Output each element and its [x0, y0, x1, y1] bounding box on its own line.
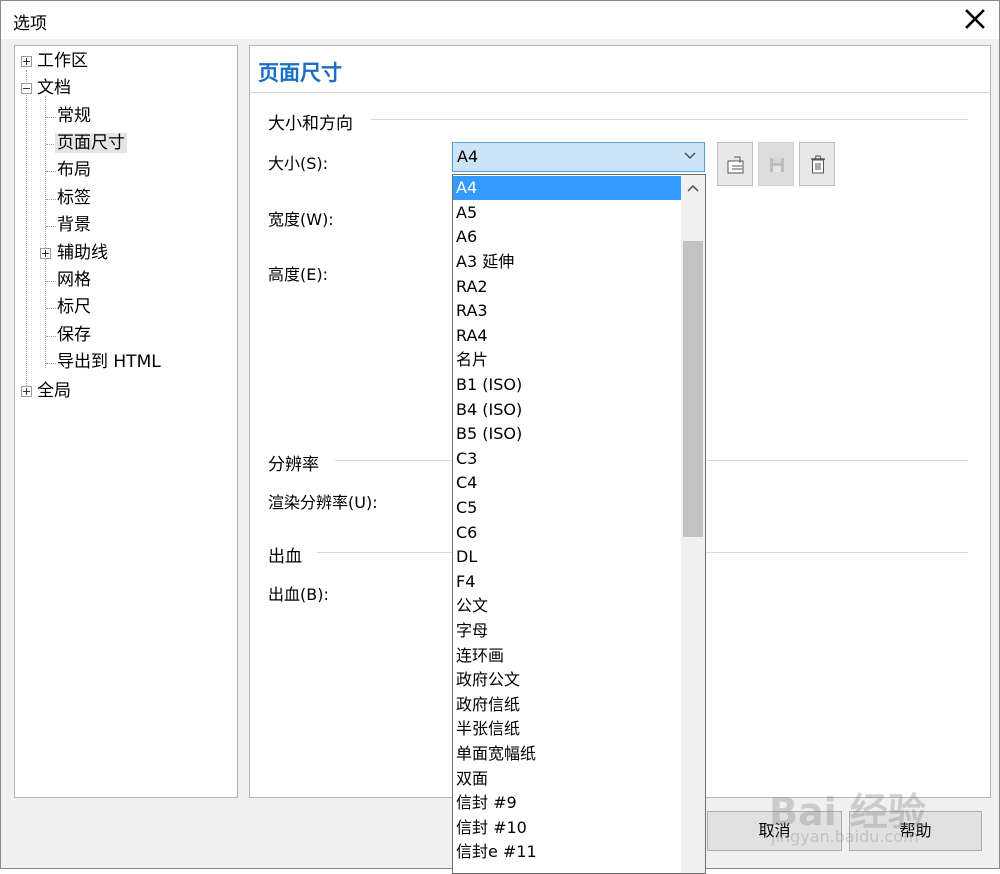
tree-connector	[26, 70, 27, 396]
tree-item-label: 背景	[57, 215, 91, 235]
dropdown-option[interactable]: 半张信纸	[453, 717, 684, 741]
dropdown-option[interactable]: 信封 #9	[453, 791, 684, 815]
chevron-down-icon	[684, 152, 696, 159]
bleed-label: 出血(B):	[268, 585, 329, 604]
expand-icon[interactable]	[21, 386, 32, 397]
dropdown-option[interactable]: DL	[453, 545, 684, 569]
dropdown-option[interactable]: A5	[453, 201, 684, 225]
height-label: 高度(E):	[268, 265, 328, 284]
dropdown-option[interactable]: A3 延伸	[453, 250, 684, 274]
tree-item-label: 标签	[57, 188, 91, 208]
tree-item-label: 标尺	[57, 297, 91, 317]
tree-item-workspace[interactable]: 工作区	[37, 49, 88, 73]
dropdown-option[interactable]: 字母	[453, 619, 684, 643]
dropdown-scrollbar[interactable]	[681, 175, 705, 873]
help-button[interactable]: 帮助	[849, 811, 982, 851]
tree-item-label: 辅助线	[57, 243, 108, 263]
tree-connector	[45, 96, 46, 368]
tree-item-guidelines[interactable]: 辅助线	[57, 241, 108, 265]
dropdown-option[interactable]: A6	[453, 225, 684, 249]
panel-header: 页面尺寸	[250, 46, 990, 93]
dropdown-option[interactable]: C4	[453, 471, 684, 495]
section-title-bleed: 出血	[268, 547, 302, 567]
render-resolution-label: 渲染分辨率(U):	[268, 493, 378, 512]
tree-item-global[interactable]: 全局	[37, 379, 71, 403]
tree-item-document[interactable]: 文档	[37, 76, 71, 100]
tree-item-label: 页面尺寸	[55, 133, 127, 153]
dropdown-option[interactable]: 双面	[453, 767, 684, 791]
section-title-size-orientation: 大小和方向	[268, 114, 353, 134]
options-tree: 工作区 文档 常规 页面尺寸 布局 标签 背景 辅助线 网格 标尺 保存 导出到…	[14, 45, 238, 798]
dropdown-option[interactable]: B1 (ISO)	[453, 373, 684, 397]
tree-item-background[interactable]: 背景	[57, 213, 91, 237]
tree-item-label: 导出到 HTML	[57, 352, 161, 372]
dropdown-option[interactable]: F4	[453, 570, 684, 594]
delete-preset-button[interactable]	[799, 142, 835, 186]
dropdown-option[interactable]: RA2	[453, 275, 684, 299]
cancel-button[interactable]: 取消	[707, 811, 842, 851]
save-icon	[770, 158, 784, 172]
tree-item-export-html[interactable]: 导出到 HTML	[57, 350, 161, 374]
page-size-dropdown-list[interactable]: A4 A5 A6 A3 延伸 RA2 RA3 RA4 名片 B1 (ISO) B…	[452, 174, 706, 874]
dropdown-option[interactable]: B5 (ISO)	[453, 422, 684, 446]
dropdown-option[interactable]: RA3	[453, 299, 684, 323]
scroll-thumb[interactable]	[683, 241, 703, 537]
title-bar: 选项	[1, 1, 999, 39]
scroll-up-button[interactable]	[681, 175, 705, 201]
dropdown-option[interactable]: 单面宽幅纸	[453, 742, 684, 766]
tree-item-label: 布局	[57, 160, 91, 180]
expand-icon[interactable]	[40, 248, 51, 259]
tree-item-general[interactable]: 常规	[57, 104, 91, 128]
dropdown-option[interactable]: 信封 #10	[453, 816, 684, 840]
size-label: 大小(S):	[268, 154, 329, 173]
add-page-preset-button[interactable]	[717, 142, 753, 186]
trash-icon	[811, 155, 825, 174]
tree-item-layout[interactable]: 布局	[57, 158, 91, 182]
expand-icon[interactable]	[21, 56, 32, 67]
close-icon	[965, 9, 985, 29]
tree-item-label: 网格	[57, 270, 91, 290]
page-size-value: A4	[457, 147, 479, 166]
tree-item-labels[interactable]: 标签	[57, 186, 91, 210]
save-preset-button[interactable]	[758, 142, 794, 186]
dropdown-option[interactable]: C5	[453, 496, 684, 520]
dropdown-option[interactable]: A4	[453, 176, 684, 200]
page-title: 页面尺寸	[258, 61, 342, 85]
close-button[interactable]	[957, 3, 993, 35]
page-size-select[interactable]: A4	[452, 142, 705, 172]
dropdown-option[interactable]: 信封e #11	[453, 840, 684, 864]
dropdown-option[interactable]: 名片	[453, 348, 684, 372]
dropdown-option[interactable]: C3	[453, 447, 684, 471]
tree-item-save[interactable]: 保存	[57, 323, 91, 347]
tree-item-label: 全局	[37, 381, 71, 401]
add-page-preset-icon	[727, 156, 744, 174]
tree-item-label: 文档	[37, 78, 71, 98]
tree-item-page-size[interactable]: 页面尺寸	[55, 131, 127, 155]
window-title: 选项	[13, 14, 47, 34]
options-dialog: 选项 工作区 文档 常规 页面尺寸 布局 标签 背景 辅助线 网格 标尺 保存 …	[0, 0, 1000, 874]
dropdown-option[interactable]: B4 (ISO)	[453, 398, 684, 422]
tree-item-label: 工作区	[37, 51, 88, 71]
dropdown-option[interactable]: 政府信纸	[453, 693, 684, 717]
dropdown-option[interactable]: RA4	[453, 324, 684, 348]
width-label: 宽度(W):	[268, 210, 334, 229]
dropdown-option[interactable]: 公文	[453, 594, 684, 618]
dropdown-option[interactable]: 连环画	[453, 644, 684, 668]
tree-item-label: 常规	[57, 106, 91, 126]
collapse-icon[interactable]	[21, 83, 32, 94]
tree-item-label: 保存	[57, 325, 91, 345]
section-divider	[371, 119, 968, 120]
chevron-up-icon	[687, 185, 699, 192]
tree-item-rulers[interactable]: 标尺	[57, 295, 91, 319]
tree-item-grid[interactable]: 网格	[57, 268, 91, 292]
section-title-resolution: 分辨率	[268, 455, 319, 475]
dropdown-option[interactable]: 政府公文	[453, 668, 684, 692]
dropdown-option[interactable]: C6	[453, 521, 684, 545]
